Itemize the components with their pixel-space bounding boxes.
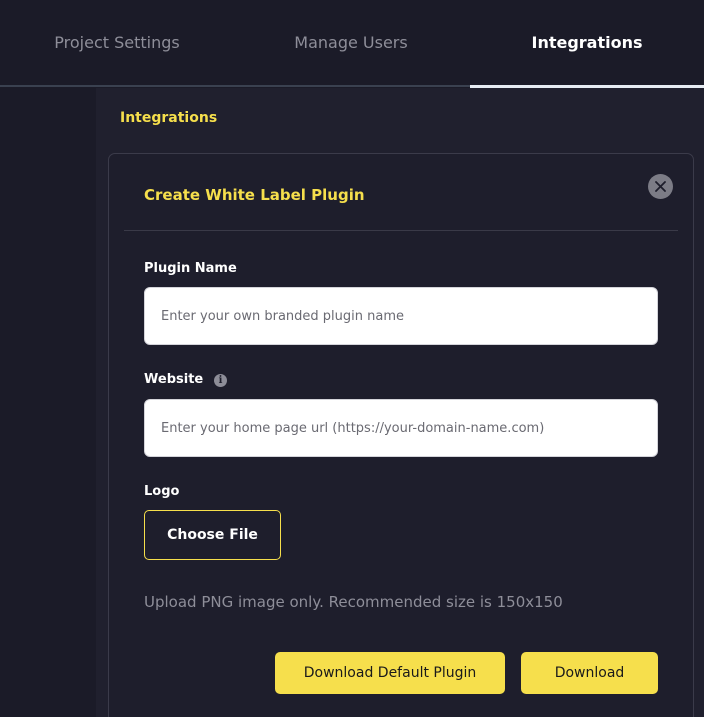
download-button[interactable]: Download <box>521 652 658 694</box>
card-title: Create White Label Plugin <box>144 186 365 204</box>
logo-hint: Upload PNG image only. Recommended size … <box>144 593 563 611</box>
tab-manage-users[interactable]: Manage Users <box>234 0 468 88</box>
plugin-name-input[interactable] <box>144 287 658 345</box>
logo-label: Logo <box>144 484 180 499</box>
tab-project-settings[interactable]: Project Settings <box>0 0 234 88</box>
download-default-plugin-button[interactable]: Download Default Plugin <box>275 652 505 694</box>
card-divider <box>124 230 678 231</box>
section-title: Integrations <box>120 110 218 126</box>
left-sidebar <box>0 88 96 717</box>
tab-integrations[interactable]: Integrations <box>470 0 704 88</box>
website-label: Website <box>144 372 204 387</box>
website-input[interactable] <box>144 399 658 457</box>
close-button[interactable] <box>648 174 673 199</box>
tab-bar: Project Settings Manage Users Integratio… <box>0 0 704 88</box>
info-icon[interactable]: i <box>214 374 227 387</box>
plugin-name-label: Plugin Name <box>144 261 237 276</box>
close-icon <box>655 181 666 192</box>
choose-file-button[interactable]: Choose File <box>144 510 281 560</box>
